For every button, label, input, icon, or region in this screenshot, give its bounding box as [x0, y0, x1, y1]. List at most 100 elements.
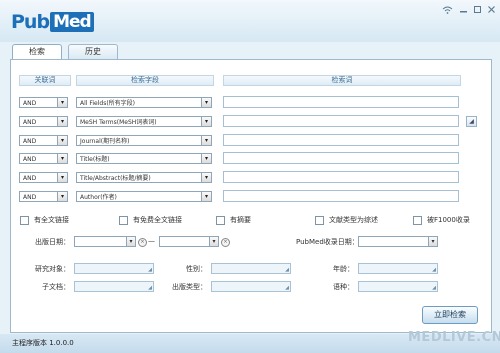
chevron-down-icon: ▾: [201, 154, 211, 163]
term-input-5[interactable]: [223, 171, 459, 183]
tab-bar: 检索 历史: [12, 44, 124, 60]
relation-select-3[interactable]: AND ▾: [19, 135, 68, 146]
field-select-2[interactable]: MeSH Terms(MeSH词表词) ▾: [76, 116, 212, 127]
chevron-down-icon: ▾: [201, 98, 211, 107]
tab-search[interactable]: 检索: [12, 44, 62, 60]
checkbox-label: 被F1000收录: [427, 216, 470, 224]
relation-column-header: 关联词: [19, 75, 71, 86]
pub-date-label: 出版日期：: [35, 238, 70, 246]
checkbox-box[interactable]: [216, 215, 225, 225]
checkbox-label: 有免费全文链接: [133, 216, 182, 224]
checkbox-label: 有摘要: [230, 216, 251, 224]
age-label: 年龄：: [333, 265, 354, 273]
wifi-icon[interactable]: [440, 5, 454, 15]
chevron-down-icon: ▾: [57, 117, 67, 126]
checkbox-box[interactable]: [119, 215, 128, 225]
app-window: Pub Med 检索 历史 关联词 检索字段 检索词 AND ▾ All Field…: [0, 0, 500, 353]
chevron-down-icon: ▾: [428, 237, 437, 246]
checkbox-full-text[interactable]: 有全文链接: [20, 215, 69, 225]
field-select-value: Author(作者): [80, 194, 117, 201]
checkbox-label: 文献类型为综述: [329, 216, 378, 224]
language-field[interactable]: ◢: [358, 281, 438, 292]
checkbox-f1000[interactable]: 被F1000收录: [413, 215, 470, 225]
field-select-value: Title/Abstract(标题/摘要): [80, 175, 151, 182]
term-input-3[interactable]: [223, 134, 459, 146]
subset-field[interactable]: ◢: [74, 281, 154, 292]
close-icon[interactable]: [484, 5, 498, 15]
relation-select-value: AND: [23, 100, 37, 107]
relation-select-5[interactable]: AND ▾: [19, 172, 68, 183]
clear-date-icon[interactable]: ×: [221, 238, 230, 247]
chevron-down-icon: ▾: [126, 237, 135, 246]
checkbox-free-full-text[interactable]: 有免费全文链接: [119, 215, 182, 225]
chevron-down-icon: ▾: [57, 173, 67, 182]
resize-grip-icon: ◢: [148, 267, 152, 273]
field-select-6[interactable]: Author(作者) ▾: [76, 191, 212, 202]
logo-pub-text: Pub: [11, 11, 50, 33]
checkbox-box[interactable]: [315, 215, 324, 225]
title-bar: Pub Med: [0, 0, 500, 42]
term-input-2[interactable]: [223, 115, 459, 127]
checkbox-label: 有全文链接: [34, 216, 69, 224]
relation-select-1[interactable]: AND ▾: [19, 97, 68, 108]
checkbox-review[interactable]: 文献类型为综述: [315, 215, 378, 225]
chevron-down-icon: ▾: [57, 154, 67, 163]
field-select-3[interactable]: Journal(期刊名称) ▾: [76, 135, 212, 146]
date-range-dash: —: [148, 237, 155, 245]
term-input-1[interactable]: [223, 96, 459, 108]
pubmed-logo: Pub Med: [11, 9, 94, 35]
resize-grip-icon: ◢: [148, 285, 152, 291]
resize-grip-icon: ◢: [432, 285, 436, 291]
field-select-5[interactable]: Title/Abstract(标题/摘要) ▾: [76, 172, 212, 183]
pub-type-field[interactable]: ◢: [211, 281, 291, 292]
browse-icon: ◢: [469, 118, 474, 125]
chevron-down-icon: ▾: [201, 117, 211, 126]
tab-history[interactable]: 历史: [68, 44, 118, 59]
chevron-down-icon: ▾: [209, 237, 218, 246]
checkbox-abstract[interactable]: 有摘要: [216, 215, 251, 225]
field-select-4[interactable]: Title(标题) ▾: [76, 153, 212, 164]
relation-select-value: AND: [23, 138, 37, 145]
clear-date-icon[interactable]: ×: [138, 238, 147, 247]
relation-select-6[interactable]: AND ▾: [19, 191, 68, 202]
field-select-1[interactable]: All Fields(所有字段) ▾: [76, 97, 212, 108]
logo-med-text: Med: [50, 12, 94, 32]
chevron-down-icon: ▾: [57, 192, 67, 201]
mesh-browse-button[interactable]: ◢: [466, 116, 477, 127]
chevron-down-icon: ▾: [201, 192, 211, 201]
relation-select-value: AND: [23, 175, 37, 182]
maximize-icon[interactable]: [470, 5, 484, 15]
relation-select-value: AND: [23, 194, 37, 201]
age-field[interactable]: ◢: [358, 263, 438, 274]
checkbox-box[interactable]: [20, 215, 29, 225]
subset-label: 子文档：: [42, 283, 70, 291]
search-button[interactable]: 立即检索: [422, 306, 478, 324]
sex-label: 性别：: [186, 265, 207, 273]
relation-select-value: AND: [23, 156, 37, 163]
pub-date-start-picker[interactable]: ▾: [74, 236, 136, 247]
term-column-header: 检索词: [223, 75, 461, 86]
watermark: MEDLIVE.CN: [408, 330, 500, 345]
relation-select-value: AND: [23, 119, 37, 126]
field-select-value: Journal(期刊名称): [80, 138, 130, 145]
language-label: 语种：: [333, 283, 354, 291]
pubmed-date-select[interactable]: ▾: [358, 236, 438, 247]
subject-label: 研究对象：: [35, 265, 70, 273]
pubmed-date-label: PubMed收录日期：: [296, 238, 359, 246]
subject-field[interactable]: ◢: [74, 263, 154, 274]
relation-select-2[interactable]: AND ▾: [19, 116, 68, 127]
resize-grip-icon: ◢: [432, 267, 436, 273]
sex-field[interactable]: ◢: [211, 263, 291, 274]
term-input-4[interactable]: [223, 152, 459, 164]
chevron-down-icon: ▾: [201, 136, 211, 145]
relation-select-4[interactable]: AND ▾: [19, 153, 68, 164]
resize-grip-icon: ◢: [285, 267, 289, 273]
field-select-value: MeSH Terms(MeSH词表词): [80, 119, 157, 126]
chevron-down-icon: ▾: [57, 136, 67, 145]
chevron-down-icon: ▾: [201, 173, 211, 182]
pub-date-end-picker[interactable]: ▾: [159, 236, 219, 247]
term-input-6[interactable]: [223, 190, 459, 202]
minimize-icon[interactable]: [456, 5, 470, 15]
checkbox-box[interactable]: [413, 215, 422, 225]
field-select-value: Title(标题): [80, 156, 110, 163]
